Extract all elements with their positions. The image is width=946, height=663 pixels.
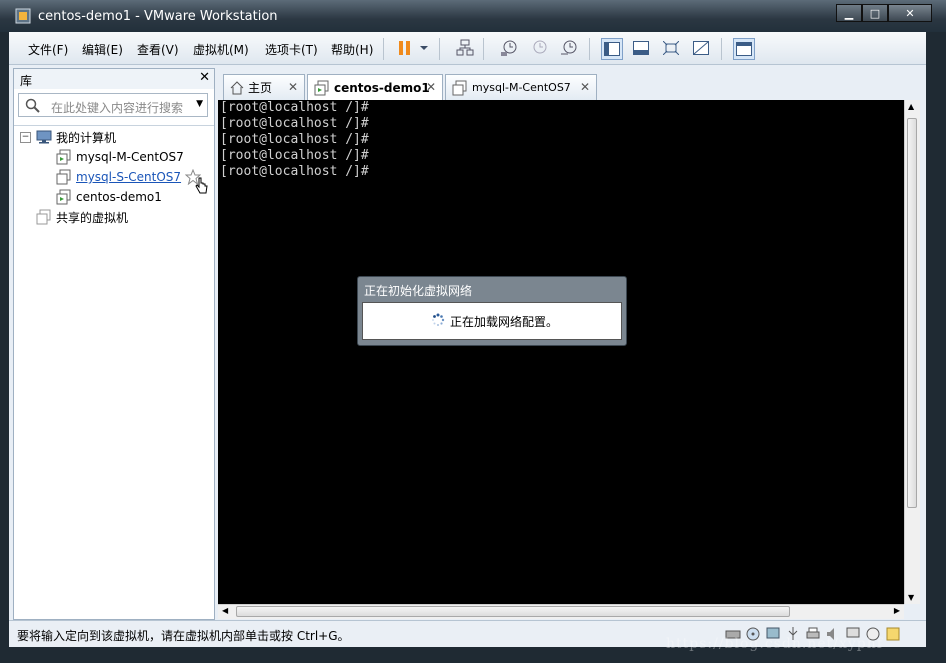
tree-label: mysql-S-CentOS7 xyxy=(76,170,182,184)
minimize-button[interactable]: ▁ xyxy=(836,4,862,22)
pause-icon[interactable] xyxy=(395,38,415,58)
full-screen-icon[interactable] xyxy=(661,38,681,58)
send-ctrl-alt-del-icon[interactable] xyxy=(455,38,475,58)
library-panel: 库 ✕ 在此处键入内容进行搜索 ▼ − 我的计算机 mysql-M-CentOS… xyxy=(13,68,215,620)
close-tab-icon[interactable]: ✕ xyxy=(288,80,298,94)
vmware-window: centos-demo1 - VMware Workstation ▁ □ ✕ … xyxy=(0,0,946,663)
snapshot-icon[interactable] xyxy=(499,38,519,58)
horizontal-scrollbar[interactable]: ◀ ▶ xyxy=(218,604,904,619)
library-header: 库 ✕ xyxy=(14,69,214,89)
scroll-right-icon[interactable]: ▶ xyxy=(894,606,900,615)
library-title: 库 xyxy=(20,74,33,88)
loading-spinner-icon xyxy=(432,313,445,326)
terminal-line: [root@localhost /]# xyxy=(220,116,369,131)
search-icon xyxy=(25,98,40,113)
tree-label: 我的计算机 xyxy=(56,130,117,145)
terminal-line: [root@localhost /]# xyxy=(220,100,369,115)
unity-mode-icon[interactable] xyxy=(691,38,711,58)
close-window-button[interactable]: ✕ xyxy=(888,4,932,22)
terminal-line: [root@localhost /]# xyxy=(220,132,369,147)
vm-icon xyxy=(314,80,329,95)
menu-help[interactable]: 帮助(H) xyxy=(331,41,373,58)
tab-label: 主页 xyxy=(248,81,273,95)
initializing-network-dialog: 正在初始化虚拟网络 正在加载网络配置。 xyxy=(357,276,627,346)
menu-view[interactable]: 查看(V) xyxy=(137,41,179,58)
close-tab-icon[interactable]: ✕ xyxy=(580,80,590,94)
toolbar-separator xyxy=(383,38,384,60)
toolbar-separator xyxy=(439,38,440,60)
tree-item-vm[interactable]: mysql-M-CentOS7 xyxy=(56,148,184,166)
tree-item-shared-vms[interactable]: 共享的虚拟机 xyxy=(36,208,128,226)
title-bar: centos-demo1 - VMware Workstation ▁ □ ✕ xyxy=(0,0,946,32)
collapse-icon[interactable]: − xyxy=(20,132,31,143)
vm-icon xyxy=(56,149,71,165)
menu-vm[interactable]: 虚拟机(M) xyxy=(193,41,249,58)
menu-edit[interactable]: 编辑(E) xyxy=(82,41,123,58)
horizontal-scroll-thumb[interactable] xyxy=(236,606,790,617)
tree-label: mysql-M-CentOS7 xyxy=(76,150,184,164)
console-view-icon[interactable] xyxy=(733,38,755,60)
close-icon[interactable]: ✕ xyxy=(199,70,210,85)
library-search[interactable]: 在此处键入内容进行搜索 ▼ xyxy=(18,93,208,117)
thumbnail-bar-icon[interactable] xyxy=(631,38,651,58)
dialog-title: 正在初始化虚拟网络 xyxy=(364,284,473,298)
shared-vm-icon xyxy=(36,209,51,225)
vm-icon xyxy=(56,189,71,205)
menu-toolbar: 文件(F) 编辑(E) 查看(V) 虚拟机(M) 选项卡(T) 帮助(H) xyxy=(9,32,926,65)
window-controls: ▁ □ ✕ xyxy=(836,4,932,24)
vmware-app-icon xyxy=(15,8,31,24)
vertical-scroll-thumb[interactable] xyxy=(907,118,917,508)
tab-centos-demo1[interactable]: centos-demo1 ✕ xyxy=(307,74,443,100)
tree-item-vm[interactable]: centos-demo1 xyxy=(56,188,162,206)
terminal-line: [root@localhost /]# xyxy=(220,148,369,163)
power-dropdown-chevron-down-icon[interactable] xyxy=(417,38,431,58)
toolbar-separator xyxy=(483,38,484,60)
watermark: https://blog.csdn.net/xyphf xyxy=(666,636,883,652)
library-tree: − 我的计算机 mysql-M-CentOS7 mysql-S-CentOS7 xyxy=(14,125,214,225)
maximize-button[interactable]: □ xyxy=(862,4,888,22)
dialog-message: 正在加载网络配置。 xyxy=(450,315,559,329)
scroll-up-icon[interactable]: ▲ xyxy=(908,102,914,111)
show-library-icon[interactable] xyxy=(601,38,623,60)
tree-item-vm-hovered[interactable]: mysql-S-CentOS7 xyxy=(56,168,209,194)
hand-cursor-icon xyxy=(195,177,208,194)
chevron-down-icon[interactable]: ▼ xyxy=(196,99,203,109)
notes-icon[interactable] xyxy=(885,626,901,642)
tab-label: mysql-M-CentOS7 xyxy=(472,81,571,94)
vertical-scrollbar[interactable]: ▲ ▼ xyxy=(904,100,920,604)
vm-icon xyxy=(452,80,467,95)
menu-tabs[interactable]: 选项卡(T) xyxy=(265,41,318,58)
vm-icon xyxy=(56,169,71,185)
scroll-left-icon[interactable]: ◀ xyxy=(222,606,228,615)
status-message: 要将输入定向到该虚拟机，请在虚拟机内部单击或按 Ctrl+G。 xyxy=(17,629,350,643)
close-tab-icon[interactable]: ✕ xyxy=(426,80,436,94)
vm-console[interactable]: [root@localhost /]# [root@localhost /]# … xyxy=(218,100,904,604)
terminal-line: [root@localhost /]# xyxy=(220,164,369,179)
window-title: centos-demo1 - VMware Workstation xyxy=(38,9,278,24)
scroll-down-icon[interactable]: ▼ xyxy=(908,593,914,602)
snapshot-manager-icon[interactable] xyxy=(559,38,579,58)
tree-label: centos-demo1 xyxy=(76,190,162,204)
tree-label: 共享的虚拟机 xyxy=(56,210,129,225)
dialog-body: 正在加载网络配置。 xyxy=(362,302,622,340)
toolbar-separator xyxy=(589,38,590,60)
tab-label: centos-demo1 xyxy=(334,80,430,95)
home-icon xyxy=(230,80,244,94)
menu-file[interactable]: 文件(F) xyxy=(28,41,68,58)
tree-item-my-computer[interactable]: 我的计算机 xyxy=(36,128,116,146)
tab-mysql-m-centos7[interactable]: mysql-M-CentOS7 ✕ xyxy=(445,74,597,100)
toolbar-separator xyxy=(721,38,722,60)
tab-home[interactable]: 主页 ✕ xyxy=(223,74,305,100)
computer-icon xyxy=(36,130,52,144)
revert-snapshot-icon xyxy=(529,38,549,58)
search-input[interactable]: 在此处键入内容进行搜索 xyxy=(51,99,183,116)
